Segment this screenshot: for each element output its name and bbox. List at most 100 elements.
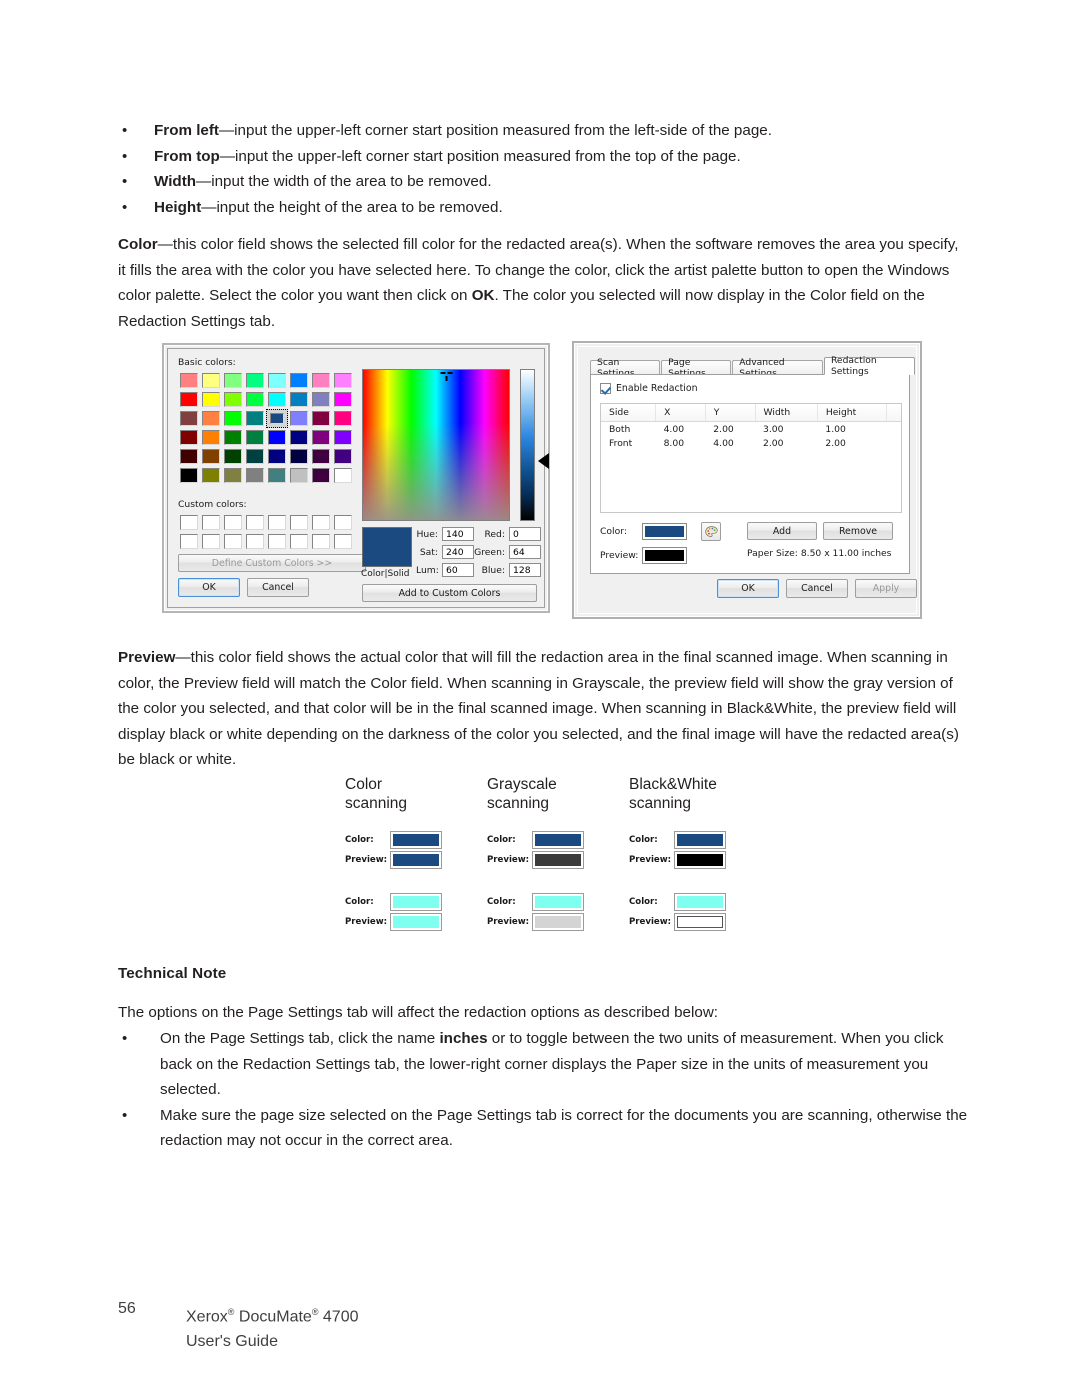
basic-color-swatch[interactable]: [244, 447, 266, 466]
basic-color-swatch[interactable]: [266, 428, 288, 447]
table-column-header[interactable]: Y: [705, 404, 756, 422]
custom-color-swatch[interactable]: [178, 513, 200, 532]
basic-color-swatch[interactable]: [332, 447, 354, 466]
basic-color-swatch[interactable]: [200, 428, 222, 447]
custom-color-swatch[interactable]: [288, 513, 310, 532]
custom-color-swatch[interactable]: [332, 513, 354, 532]
blue-input[interactable]: 128: [509, 563, 541, 577]
basic-color-swatch[interactable]: [178, 409, 200, 428]
sat-input[interactable]: 240: [442, 545, 474, 559]
basic-color-swatch[interactable]: [244, 466, 266, 485]
lum-input[interactable]: 60: [442, 563, 474, 577]
basic-color-swatch[interactable]: [332, 371, 354, 390]
remove-redaction-area-button[interactable]: Remove: [823, 522, 893, 540]
color-swatch[interactable]: [642, 523, 687, 540]
table-column-header[interactable]: X: [655, 404, 706, 422]
basic-color-swatch[interactable]: [222, 466, 244, 485]
basic-color-swatch[interactable]: [288, 428, 310, 447]
custom-colors-grid[interactable]: [178, 513, 354, 551]
luminance-slider[interactable]: [520, 369, 535, 521]
basic-color-swatch[interactable]: [244, 428, 266, 447]
custom-color-swatch[interactable]: [288, 532, 310, 551]
color-dialog-ok-button[interactable]: OK: [178, 578, 240, 597]
basic-color-swatch[interactable]: [244, 371, 266, 390]
redaction-ok-button[interactable]: OK: [717, 579, 779, 598]
custom-color-swatch[interactable]: [200, 532, 222, 551]
basic-color-swatch[interactable]: [266, 390, 288, 409]
basic-color-swatch[interactable]: [200, 371, 222, 390]
redaction-cancel-button[interactable]: Cancel: [786, 579, 848, 598]
custom-color-swatch[interactable]: [222, 513, 244, 532]
custom-color-swatch[interactable]: [222, 532, 244, 551]
custom-color-swatch[interactable]: [244, 532, 266, 551]
basic-color-swatch[interactable]: [200, 466, 222, 485]
basic-color-swatch[interactable]: [332, 466, 354, 485]
redaction-areas-table[interactable]: Side X Y Width Height Both 4.00 2.00 3.00 1.00 Fr…: [600, 403, 902, 513]
basic-color-swatch[interactable]: [244, 409, 266, 428]
table-column-header[interactable]: Height: [817, 404, 887, 422]
custom-color-swatch[interactable]: [266, 532, 288, 551]
custom-color-swatch[interactable]: [244, 513, 266, 532]
basic-color-swatch[interactable]: [310, 447, 332, 466]
artist-palette-button[interactable]: [701, 522, 721, 541]
basic-color-swatch[interactable]: [332, 428, 354, 447]
gradient-crosshair-marker[interactable]: [440, 372, 453, 383]
basic-color-swatch[interactable]: [178, 371, 200, 390]
basic-color-swatch[interactable]: [222, 390, 244, 409]
basic-color-swatch[interactable]: [310, 390, 332, 409]
color-dialog-cancel-button[interactable]: Cancel: [247, 578, 309, 597]
basic-color-swatch[interactable]: [332, 390, 354, 409]
hue-input[interactable]: 140: [442, 527, 474, 541]
custom-color-swatch[interactable]: [178, 532, 200, 551]
custom-color-swatch[interactable]: [310, 513, 332, 532]
basic-color-swatch[interactable]: [178, 447, 200, 466]
basic-color-swatch[interactable]: [310, 466, 332, 485]
table-row[interactable]: Both 4.00 2.00 3.00 1.00: [601, 422, 901, 437]
luminance-slider-arrow-icon[interactable]: [538, 453, 549, 469]
basic-color-swatch[interactable]: [200, 409, 222, 428]
basic-color-swatch[interactable]: [200, 447, 222, 466]
table-column-header[interactable]: Side: [601, 404, 657, 422]
basic-color-swatch[interactable]: [332, 409, 354, 428]
basic-color-swatch[interactable]: [266, 447, 288, 466]
define-custom-colors-button[interactable]: Define Custom Colors >>: [178, 554, 366, 572]
add-to-custom-colors-button[interactable]: Add to Custom Colors: [362, 584, 537, 602]
basic-color-swatch[interactable]: [288, 371, 310, 390]
basic-color-swatch[interactable]: [266, 409, 288, 428]
basic-color-swatch[interactable]: [222, 447, 244, 466]
basic-color-swatch[interactable]: [266, 371, 288, 390]
basic-color-swatch[interactable]: [310, 409, 332, 428]
tab-redaction-settings[interactable]: Redaction Settings: [823, 355, 915, 377]
add-redaction-area-button[interactable]: Add: [747, 522, 817, 540]
basic-color-swatch[interactable]: [222, 409, 244, 428]
basic-color-swatch[interactable]: [288, 466, 310, 485]
basic-color-swatch[interactable]: [244, 390, 266, 409]
basic-color-swatch[interactable]: [288, 409, 310, 428]
basic-color-swatch[interactable]: [222, 428, 244, 447]
basic-color-swatch[interactable]: [266, 466, 288, 485]
tab-page-settings[interactable]: Page Settings: [661, 357, 732, 379]
hue-saturation-gradient-picker[interactable]: [362, 369, 510, 521]
basic-color-swatch[interactable]: [310, 371, 332, 390]
basic-color-swatch[interactable]: [288, 390, 310, 409]
basic-color-swatch[interactable]: [178, 390, 200, 409]
basic-color-swatch[interactable]: [288, 447, 310, 466]
redaction-apply-button[interactable]: Apply: [855, 579, 917, 598]
custom-color-swatch[interactable]: [310, 532, 332, 551]
enable-redaction-checkbox[interactable]: [600, 383, 611, 394]
basic-color-swatch[interactable]: [222, 371, 244, 390]
basic-color-swatch[interactable]: [310, 428, 332, 447]
basic-color-swatch[interactable]: [178, 466, 200, 485]
table-column-header[interactable]: Width: [755, 404, 818, 422]
tab-scan-settings[interactable]: Scan Settings: [590, 357, 661, 379]
tab-advanced-settings[interactable]: Advanced Settings: [732, 357, 823, 379]
custom-color-swatch[interactable]: [332, 532, 354, 551]
red-input[interactable]: 0: [509, 527, 541, 541]
custom-color-swatch[interactable]: [266, 513, 288, 532]
basic-color-swatch[interactable]: [200, 390, 222, 409]
table-row[interactable]: Front 8.00 4.00 2.00 2.00: [601, 436, 901, 450]
basic-colors-grid[interactable]: [178, 371, 354, 485]
green-input[interactable]: 64: [509, 545, 541, 559]
basic-color-swatch[interactable]: [178, 428, 200, 447]
custom-color-swatch[interactable]: [200, 513, 222, 532]
